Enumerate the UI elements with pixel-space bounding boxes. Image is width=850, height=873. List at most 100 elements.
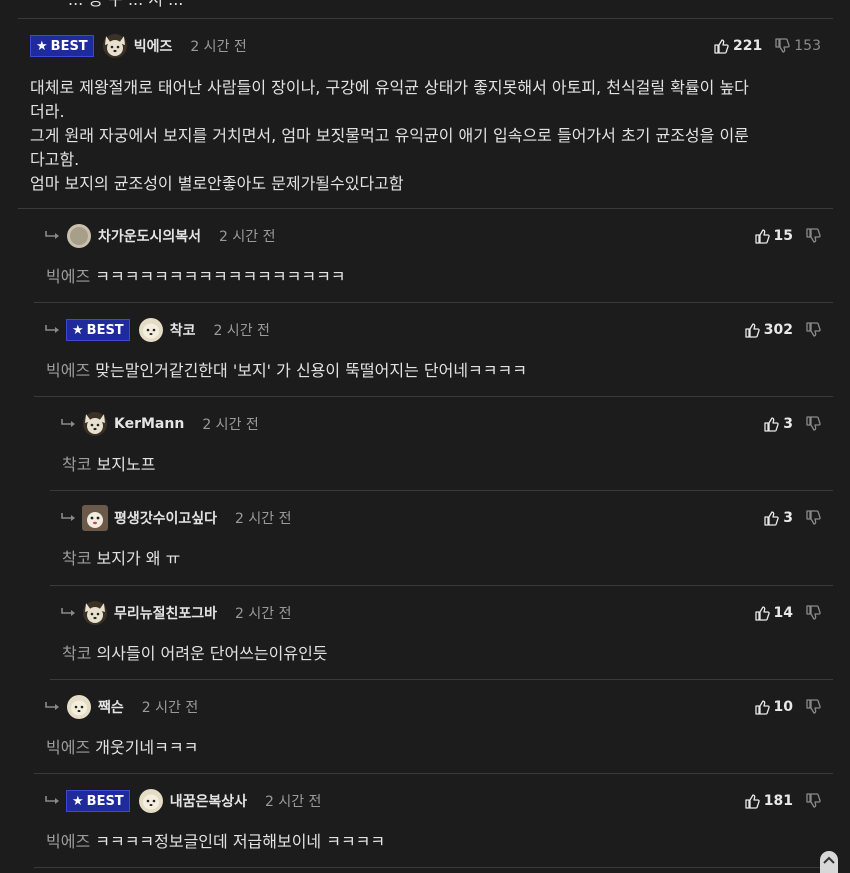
best-badge: ★ BEST xyxy=(30,35,94,57)
upvote-button[interactable]: 3 xyxy=(763,416,793,432)
comment-text: ㅋㅋㅋㅋㅋㅋㅋㅋㅋㅋㅋㅋㅋㅋㅋㅋㅋ xyxy=(95,267,346,286)
comment-body: 대체로 제왕절개로 태어난 사람들이 장이나, 구강에 유익균 상태가 좋지못해… xyxy=(30,76,821,196)
comment-author[interactable]: 무리뉴절친포그바 xyxy=(114,603,217,623)
mention[interactable]: 빅에즈 xyxy=(46,738,90,757)
mention[interactable]: 빅에즈 xyxy=(46,832,90,851)
avatar[interactable] xyxy=(138,788,164,814)
comment-fragment: ... 등 구 ... 서 ... xyxy=(18,0,833,19)
downvote-button[interactable] xyxy=(805,510,821,526)
thumbs-up-icon xyxy=(714,39,729,54)
upvote-button[interactable]: 181 xyxy=(744,793,793,809)
comment-text: 개웃기네ㅋㅋㅋ xyxy=(95,738,199,757)
comment-time: 2 시간 전 xyxy=(219,229,276,245)
comment-time: 2 시간 전 xyxy=(235,511,292,527)
comment-body: 착코 보지노프 xyxy=(62,453,821,477)
reply-comment: ★ BEST 내꿈은복상사 2 시간 전 181 빅에즈 ㅋㅋㅋㅋ정보글인데 저급… xyxy=(34,774,833,868)
star-icon: ★ xyxy=(72,322,84,338)
downvote-button[interactable] xyxy=(805,699,821,715)
star-icon: ★ xyxy=(36,38,48,54)
avatar[interactable] xyxy=(82,600,108,626)
comment-time: 2 시간 전 xyxy=(190,39,247,55)
comment-line: 더라. xyxy=(30,102,65,121)
comment-list: ... 등 구 ... 서 ... ★BEST 빅에즈 2 시간 전 221 1… xyxy=(18,0,833,868)
thumbs-up-icon xyxy=(754,606,770,621)
comment-text: 맞는말인거같긴한대 '보지' 가 신용이 뚝떨어지는 단어네ㅋㅋㅋㅋ xyxy=(95,361,527,380)
best-badge-label: BEST xyxy=(86,793,124,809)
thumbs-down-icon xyxy=(806,699,821,714)
upvote-button[interactable]: 302 xyxy=(744,322,793,338)
avatar[interactable] xyxy=(82,505,108,531)
upvote-count: 10 xyxy=(773,699,793,715)
comment-body: 빅에즈 ㅋㅋㅋㅋ정보글인데 저급해보이네 ㅋㅋㅋㅋ xyxy=(46,830,821,854)
downvote-button[interactable] xyxy=(805,228,821,244)
comment-line: 그게 원래 자궁에서 보지를 거치면서, 엄마 보짓물먹고 유익균이 애기 입속… xyxy=(30,126,749,145)
upvote-count: 302 xyxy=(763,322,793,338)
thumbs-up-icon xyxy=(745,323,760,338)
thumbs-up-icon xyxy=(754,700,770,715)
downvote-button[interactable]: 153 xyxy=(774,38,821,54)
avatar[interactable] xyxy=(102,33,128,59)
upvote-count: 221 xyxy=(733,38,763,54)
upvote-button[interactable]: 10 xyxy=(754,699,793,715)
comment-author[interactable]: KerMann xyxy=(114,416,184,432)
reply-arrow-icon xyxy=(61,419,75,427)
comment-line: 대체로 제왕절개로 태어난 사람들이 장이나, 구강에 유익균 상태가 좋지못해… xyxy=(30,78,749,97)
best-badge-label: BEST xyxy=(86,322,124,338)
comment-text: ㅋㅋㅋㅋ정보글인데 저급해보이네 ㅋㅋㅋㅋ xyxy=(95,832,386,851)
upvote-button[interactable]: 14 xyxy=(754,605,793,621)
comment-author[interactable]: 평생갓수이고싶다 xyxy=(114,508,217,528)
comment: ★ BEST 빅에즈 2 시간 전 221 153 대체로 제왕절개로 태어난 사… xyxy=(18,19,833,209)
thumbs-down-icon xyxy=(806,322,821,337)
thumbs-down-icon xyxy=(806,228,821,243)
mention[interactable]: 착코 xyxy=(62,455,91,474)
upvote-count: 14 xyxy=(773,605,793,621)
thumbs-up-icon xyxy=(745,794,760,809)
best-badge: ★ BEST xyxy=(66,790,130,812)
comment-author[interactable]: 빅에즈 xyxy=(134,36,173,56)
comment-body: 착코 의사들이 어려운 단어쓰는이유인듯 xyxy=(62,642,821,666)
upvote-button[interactable]: 3 xyxy=(763,510,793,526)
mention[interactable]: 빅에즈 xyxy=(46,267,90,286)
mention[interactable]: 빅에즈 xyxy=(46,361,90,380)
reply-arrow-icon xyxy=(45,796,59,804)
comment-author[interactable]: 차가운도시의복서 xyxy=(98,226,201,246)
comment-body: 빅에즈 맞는말인거같긴한대 '보지' 가 신용이 뚝떨어지는 단어네ㅋㅋㅋㅋ xyxy=(46,359,821,383)
reply-comment: 평생갓수이고싶다 2 시간 전 3 착코 보지가 왜 ㅠ xyxy=(50,491,833,586)
upvote-count: 15 xyxy=(773,228,793,244)
chevron-up-icon xyxy=(823,856,835,864)
avatar[interactable] xyxy=(66,223,92,249)
downvote-count: 153 xyxy=(794,38,821,54)
best-badge: ★ BEST xyxy=(66,319,130,341)
reply-comment: 차가운도시의복서 2 시간 전 15 빅에즈 ㅋㅋㅋㅋㅋㅋㅋㅋㅋㅋㅋㅋㅋㅋㅋㅋㅋ xyxy=(34,209,833,303)
comment-time: 2 시간 전 xyxy=(141,700,199,716)
downvote-button[interactable] xyxy=(805,793,821,809)
downvote-button[interactable] xyxy=(805,605,821,621)
comment-time: 2 시간 전 xyxy=(235,606,292,622)
mention[interactable]: 착코 xyxy=(62,644,91,663)
avatar[interactable] xyxy=(66,694,92,720)
upvote-button[interactable]: 221 xyxy=(713,38,762,54)
reply-comment: 짹슨 2 시간 전 10 빅에즈 개웃기네ㅋㅋㅋ xyxy=(34,680,833,774)
upvote-count: 3 xyxy=(783,416,793,432)
avatar[interactable] xyxy=(82,411,108,437)
comment-text: 보지가 왜 ㅠ xyxy=(96,549,181,568)
upvote-count: 3 xyxy=(783,510,793,526)
thumbs-down-icon xyxy=(806,605,821,620)
thumbs-up-icon xyxy=(754,229,770,244)
reply-arrow-icon xyxy=(45,702,59,710)
comment-body: 빅에즈 개웃기네ㅋㅋㅋ xyxy=(46,736,821,760)
downvote-button[interactable] xyxy=(805,322,821,338)
downvote-button[interactable] xyxy=(805,416,821,432)
upvote-button[interactable]: 15 xyxy=(754,228,793,244)
comment-author[interactable]: 짹슨 xyxy=(98,697,124,717)
reply-comment: ★ BEST 착코 2 시간 전 302 빅에즈 맞는말인거같긴한대 '보지' 가… xyxy=(34,303,833,397)
comment-text: 의사들이 어려운 단어쓰는이유인듯 xyxy=(96,644,328,663)
avatar[interactable] xyxy=(138,317,164,343)
comment-fragment-text: ... 등 구 ... 서 ... xyxy=(68,0,183,10)
comment-text: 보지노프 xyxy=(96,455,156,474)
thumbs-up-icon xyxy=(764,511,779,526)
mention[interactable]: 착코 xyxy=(62,549,91,568)
comment-author[interactable]: 착코 xyxy=(170,320,196,340)
comment-author[interactable]: 내꿈은복상사 xyxy=(170,791,247,811)
scroll-top-button[interactable] xyxy=(820,851,838,873)
